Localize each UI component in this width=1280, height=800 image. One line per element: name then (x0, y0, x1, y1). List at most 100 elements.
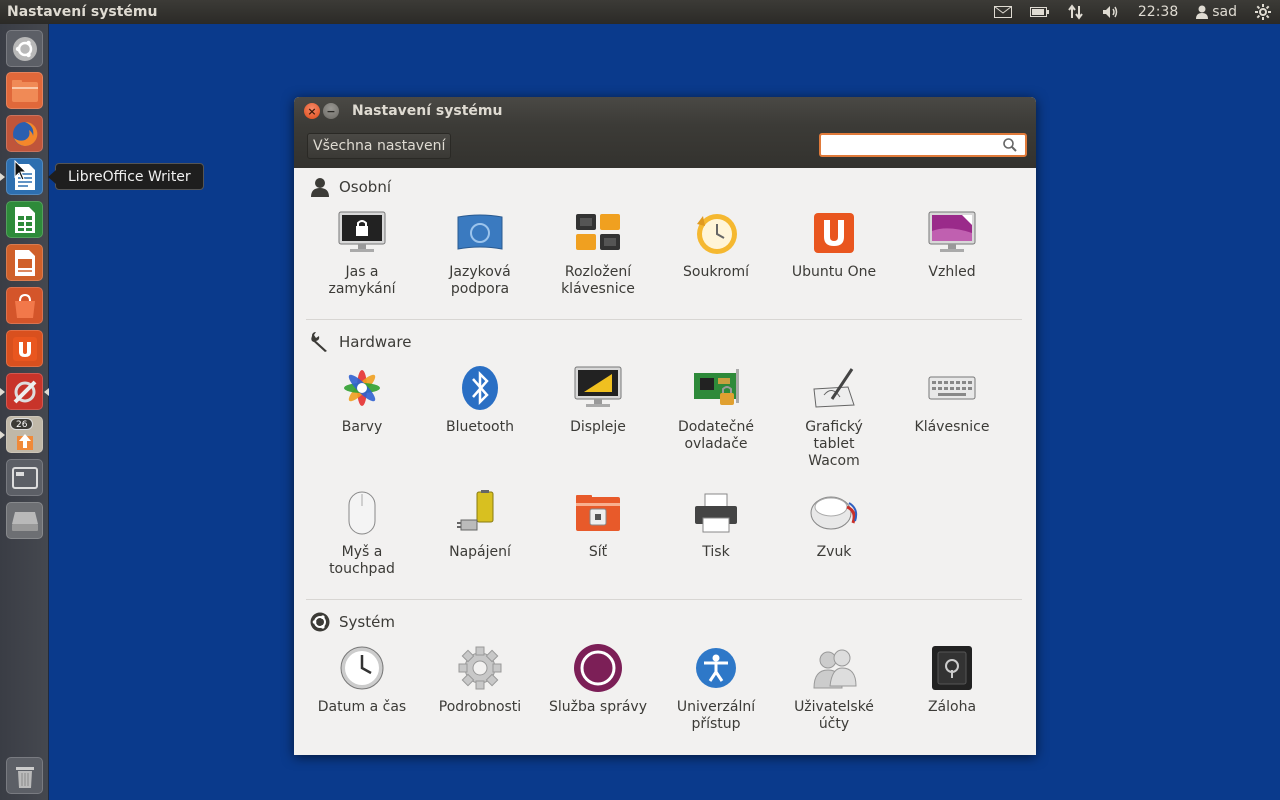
running-indicator (0, 388, 5, 396)
item-label: Zvuk (816, 544, 852, 560)
top-panel: Nastavení systému 22:38 sad (0, 0, 1280, 24)
item-label: Tisk (702, 544, 730, 560)
item-label: Klávesnice (914, 419, 990, 435)
item-label: Podrobnosti (438, 699, 522, 715)
launcher-drive[interactable] (6, 502, 43, 539)
launcher-workspace-switcher[interactable] (6, 459, 43, 496)
item-label: Jas a zamykání (328, 264, 396, 297)
item-sound[interactable]: Zvuk (775, 488, 893, 561)
ubuntu-logo-icon (12, 36, 37, 61)
section-system-title: Systém (339, 613, 395, 631)
running-indicator (0, 431, 5, 439)
update-arrow-icon (16, 433, 33, 450)
item-appearance[interactable]: Vzhled (893, 208, 1011, 281)
item-user-accounts[interactable]: Uživatelské účty (775, 643, 893, 733)
display-monitor-icon (574, 366, 622, 407)
launcher-software-center[interactable] (6, 287, 43, 324)
item-backup[interactable]: Záloha (893, 643, 1011, 716)
item-label: Univerzální přístup (676, 699, 756, 732)
item-label: Grafický tablet Wacom (805, 419, 863, 469)
item-label: Jazyková podpora (449, 264, 511, 297)
user-icon (1196, 5, 1209, 19)
item-network[interactable]: Síť (539, 488, 657, 561)
wrench-icon (311, 332, 327, 352)
item-keyboard[interactable]: Klávesnice (893, 363, 1011, 436)
clock-icon (340, 646, 384, 690)
hard-drive-icon (11, 511, 38, 531)
item-printing[interactable]: Tisk (657, 488, 775, 561)
item-bluetooth[interactable]: Bluetooth (421, 363, 539, 436)
launcher-dash-button[interactable] (6, 30, 43, 67)
section-hardware-title: Hardware (339, 333, 412, 351)
user-name: sad (1212, 4, 1237, 20)
mouse-icon (348, 491, 376, 535)
speaker-icon (810, 496, 858, 530)
launcher-files[interactable] (6, 72, 43, 109)
settings-content: Osobní Jas a zamykání Jazyková podpora R… (294, 168, 1036, 755)
launcher-ubuntu-one[interactable] (6, 330, 43, 367)
item-displays[interactable]: Displeje (539, 363, 657, 436)
window-minimize-button[interactable]: − (323, 103, 339, 119)
item-mouse-touchpad[interactable]: Myš a touchpad (303, 488, 421, 578)
item-wacom-tablet[interactable]: Grafický tablet Wacom (775, 363, 893, 470)
keyboard-layout-icon (576, 214, 620, 250)
battery-icon[interactable] (1021, 0, 1059, 24)
section-personal-header: Osobní (310, 176, 391, 198)
item-label: Myš a touchpad (329, 544, 395, 577)
system-settings-window: × − Nastavení systému Všechna nastavení … (294, 97, 1036, 755)
workspace-icon (11, 466, 38, 489)
launcher-trash[interactable] (6, 757, 43, 794)
section-divider (306, 599, 1022, 600)
volume-icon[interactable] (1093, 0, 1129, 24)
color-wheel-icon (344, 370, 380, 406)
launcher-update-manager[interactable]: 26 (6, 416, 43, 453)
all-settings-button[interactable]: Všechna nastavení (307, 133, 452, 159)
monitor-lock-icon (338, 211, 386, 252)
item-label: Vzhled (928, 264, 976, 280)
search-icon[interactable] (1003, 138, 1017, 152)
clock[interactable]: 22:38 (1129, 0, 1187, 24)
search-input[interactable] (825, 136, 995, 154)
item-power[interactable]: Napájení (421, 488, 539, 561)
mouse-cursor-icon (14, 160, 28, 181)
mail-icon[interactable] (985, 0, 1021, 24)
ubuntu-one-icon (814, 213, 854, 253)
launcher-libreoffice-calc[interactable] (6, 201, 43, 238)
item-keyboard-layout[interactable]: Rozložení klávesnice (539, 208, 657, 298)
section-hardware-header: Hardware (310, 331, 411, 353)
active-app-title: Nastavení systému (7, 4, 158, 20)
network-folder-icon (576, 495, 620, 531)
item-management-service[interactable]: Služba správy (539, 643, 657, 716)
keyboard-icon (928, 376, 976, 400)
flag-globe-icon (457, 214, 503, 250)
launcher-libreoffice-impress[interactable] (6, 244, 43, 281)
item-ubuntu-one[interactable]: Ubuntu One (775, 208, 893, 281)
window-close-button[interactable]: × (304, 103, 320, 119)
battery-plug-icon (457, 490, 494, 531)
search-box[interactable] (819, 133, 1027, 157)
session-gear-icon[interactable] (1246, 0, 1280, 24)
item-privacy[interactable]: Soukromí (657, 208, 775, 281)
network-icon[interactable] (1059, 0, 1093, 24)
window-titlebar[interactable]: × − Nastavení systému (294, 97, 1036, 125)
monitor-appearance-icon (928, 211, 976, 252)
ubuntu-logo-icon (310, 612, 330, 632)
update-count-badge: 26 (10, 418, 34, 430)
item-label: Ubuntu One (791, 264, 877, 280)
printer-icon (695, 493, 737, 533)
item-date-time[interactable]: Datum a čas (303, 643, 421, 716)
item-language-support[interactable]: Jazyková podpora (421, 208, 539, 298)
item-details[interactable]: Podrobnosti (421, 643, 539, 716)
item-label: Napájení (449, 544, 511, 560)
launcher-system-settings[interactable] (6, 373, 43, 410)
item-universal-access[interactable]: Univerzální přístup (657, 643, 775, 733)
user-menu[interactable]: sad (1187, 0, 1246, 24)
item-label: Barvy (341, 419, 383, 435)
section-divider (306, 319, 1022, 320)
item-additional-drivers[interactable]: Dodatečné ovladače (657, 363, 775, 453)
item-label: Dodatečné ovladače (677, 419, 755, 452)
item-label: Rozložení klávesnice (561, 264, 635, 297)
item-brightness-lock[interactable]: Jas a zamykání (303, 208, 421, 298)
launcher-firefox[interactable] (6, 115, 43, 152)
item-colors[interactable]: Barvy (303, 363, 421, 436)
